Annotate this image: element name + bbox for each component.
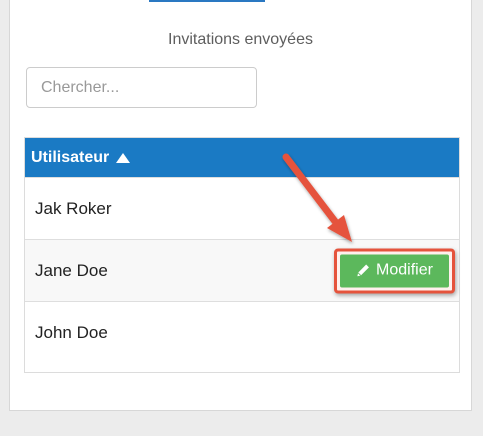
invitations-panel: Invitations envoyées Utilisateur Jak Rok… — [9, 0, 472, 411]
modify-button-label: Modifier — [376, 261, 433, 279]
highlight-frame: Modifier — [334, 248, 455, 293]
modify-button[interactable]: Modifier — [340, 254, 449, 287]
table-row[interactable]: Jak Roker — [25, 177, 459, 239]
column-header-utilisateur[interactable]: Utilisateur — [25, 138, 459, 177]
search-input[interactable] — [26, 67, 257, 108]
user-name: Jane Doe — [35, 260, 108, 280]
user-name: Jak Roker — [35, 198, 112, 218]
table-row[interactable]: Jane Doe Modifier — [25, 239, 459, 301]
page-title: Invitations envoyées — [168, 31, 313, 48]
users-table: Utilisateur Jak Roker Jane Doe Modifier … — [24, 137, 460, 373]
column-header-label: Utilisateur — [31, 148, 110, 166]
table-row[interactable]: John Doe — [25, 301, 459, 363]
sort-ascending-icon[interactable] — [116, 152, 131, 163]
user-name: John Doe — [35, 322, 108, 342]
pencil-icon — [357, 264, 369, 277]
active-tab-indicator — [149, 0, 265, 2]
